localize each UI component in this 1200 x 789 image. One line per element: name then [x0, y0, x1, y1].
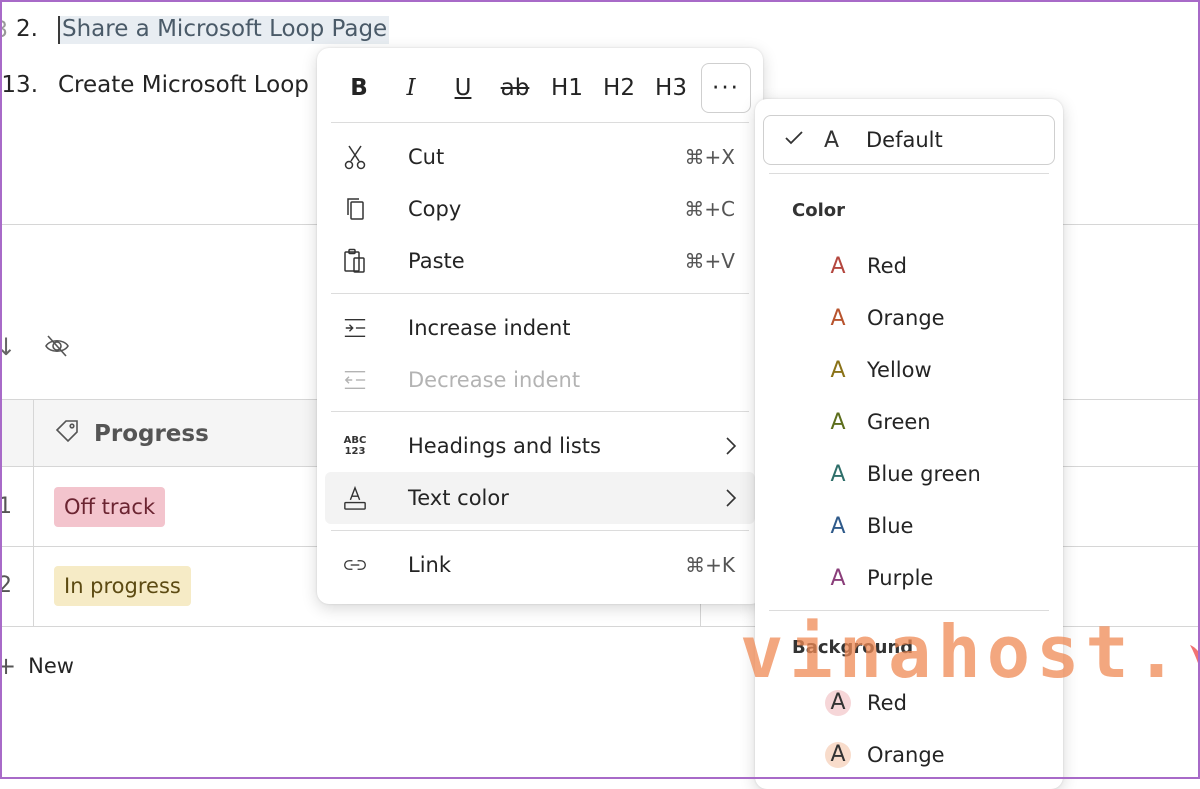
column-header-progress[interactable]: Progress: [54, 418, 209, 450]
list-item-13[interactable]: 13. Create Microsoft Loop: [0, 72, 309, 98]
menu-item-shortcut: ⌘+X: [684, 145, 735, 169]
link-icon: [343, 555, 367, 575]
heading3-button[interactable]: H3: [645, 62, 697, 114]
text-glyph-icon: A: [830, 253, 846, 279]
menu-separator: [331, 293, 749, 294]
menu-separator: [331, 530, 749, 531]
vinahost-watermark: vinahost.: [740, 600, 1200, 694]
color-label: Red: [867, 691, 907, 715]
checkmark-icon: [784, 130, 806, 150]
watermark-text: vinahost.: [740, 610, 1185, 694]
chevron-right-icon: [725, 436, 737, 456]
text-color-yellow[interactable]: A Yellow: [763, 344, 1055, 396]
menu-item-shortcut: ⌘+V: [684, 249, 735, 273]
status-badge[interactable]: In progress: [54, 566, 191, 606]
text-color-default[interactable]: A Default: [763, 115, 1055, 165]
underline-button[interactable]: U: [437, 62, 489, 114]
row-number: 2: [0, 573, 12, 598]
text-color-orange[interactable]: A Orange: [763, 292, 1055, 344]
text-color-blue[interactable]: A Blue: [763, 500, 1055, 552]
context-menu: B I U ab H1 H2 H3 ··· Cut ⌘+X Copy ⌘+C P…: [317, 48, 763, 604]
menu-item-label: Text color: [408, 486, 509, 510]
edge-char: 3: [0, 18, 8, 43]
menu-item-increase-indent[interactable]: Increase indent: [325, 302, 755, 354]
text-glyph-icon: A: [830, 461, 846, 487]
column-header-label: Progress: [94, 421, 209, 447]
tag-icon: [54, 418, 80, 450]
clipboard-icon: [343, 248, 367, 274]
text-color-red[interactable]: A Red: [763, 240, 1055, 292]
scissors-icon: [343, 144, 367, 170]
menu-item-label: Link: [408, 553, 452, 577]
default-label: Default: [866, 128, 943, 152]
hide-eye-icon[interactable]: [44, 333, 70, 363]
selected-text[interactable]: Share a Microsoft Loop Page: [58, 16, 390, 44]
text-color-blue-green[interactable]: A Blue green: [763, 448, 1055, 500]
menu-separator: [331, 411, 749, 412]
color-label: Orange: [867, 743, 945, 767]
list-number: 13.: [1, 72, 38, 98]
menu-item-cut[interactable]: Cut ⌘+X: [325, 131, 755, 183]
menu-item-link[interactable]: Link ⌘+K: [325, 539, 755, 591]
chevron-right-icon: [725, 488, 737, 508]
menu-item-headings-lists[interactable]: ABC 123 Headings and lists: [325, 420, 755, 472]
text-color-purple[interactable]: A Purple: [763, 552, 1055, 604]
menu-item-decrease-indent: Decrease indent: [325, 354, 755, 406]
menu-item-label: Decrease indent: [408, 368, 581, 392]
more-options-button[interactable]: ···: [701, 63, 751, 113]
increase-indent-icon: [343, 317, 367, 339]
menu-item-label: Cut: [408, 145, 445, 169]
color-label: Orange: [867, 306, 945, 330]
new-label: New: [28, 654, 74, 678]
text-glyph-icon: A: [830, 305, 846, 331]
decrease-indent-icon: [343, 369, 367, 391]
heading1-button[interactable]: H1: [541, 62, 593, 114]
color-label: Yellow: [867, 358, 932, 382]
status-badge[interactable]: Off track: [54, 487, 166, 527]
row-number: 1: [0, 494, 12, 519]
color-label: Green: [867, 410, 931, 434]
abc-123-icon: ABC 123: [343, 435, 367, 457]
column-divider: [33, 400, 34, 626]
menu-separator: [769, 173, 1049, 174]
italic-button[interactable]: I: [385, 62, 437, 114]
color-label: Blue green: [867, 462, 981, 486]
menu-item-paste[interactable]: Paste ⌘+V: [325, 235, 755, 287]
strikethrough-button[interactable]: ab: [489, 62, 541, 114]
menu-item-label: Headings and lists: [408, 434, 601, 458]
background-glyph-icon: A: [823, 742, 853, 768]
color-label: Red: [867, 254, 907, 278]
color-heading: Color: [792, 200, 845, 221]
add-new-row-button[interactable]: + New: [0, 652, 74, 680]
heading2-button[interactable]: H2: [593, 62, 645, 114]
menu-item-label: Paste: [408, 249, 465, 273]
menu-separator: [331, 122, 749, 123]
menu-item-shortcut: ⌘+K: [685, 553, 735, 577]
menu-item-label: Increase indent: [408, 316, 571, 340]
text-color-icon: [343, 484, 367, 512]
plus-icon: +: [0, 652, 17, 680]
copy-icon: [343, 196, 367, 222]
color-label: Purple: [867, 566, 934, 590]
list-item-text: Create Microsoft Loop: [58, 72, 309, 98]
color-label: Blue: [867, 514, 914, 538]
text-glyph-icon: A: [830, 357, 846, 383]
text-glyph-icon: A: [824, 127, 840, 153]
menu-item-copy[interactable]: Copy ⌘+C: [325, 183, 755, 235]
text-glyph-icon: A: [830, 409, 846, 435]
menu-item-label: Copy: [408, 197, 462, 221]
menu-item-shortcut: ⌘+C: [684, 197, 735, 221]
checkmark-logo-icon: [1184, 600, 1200, 694]
text-glyph-icon: A: [830, 513, 846, 539]
text-color-green[interactable]: A Green: [763, 396, 1055, 448]
bold-button[interactable]: B: [333, 62, 385, 114]
list-item-2[interactable]: 2. Share a Microsoft Loop Page: [0, 16, 390, 44]
text-glyph-icon: A: [830, 565, 846, 591]
sort-arrow-icon[interactable]: ↓: [0, 333, 16, 361]
menu-item-text-color[interactable]: Text color: [325, 472, 755, 524]
format-toolbar: B I U ab H1 H2 H3 ···: [333, 62, 751, 114]
background-color-orange[interactable]: A Orange: [763, 729, 1055, 781]
